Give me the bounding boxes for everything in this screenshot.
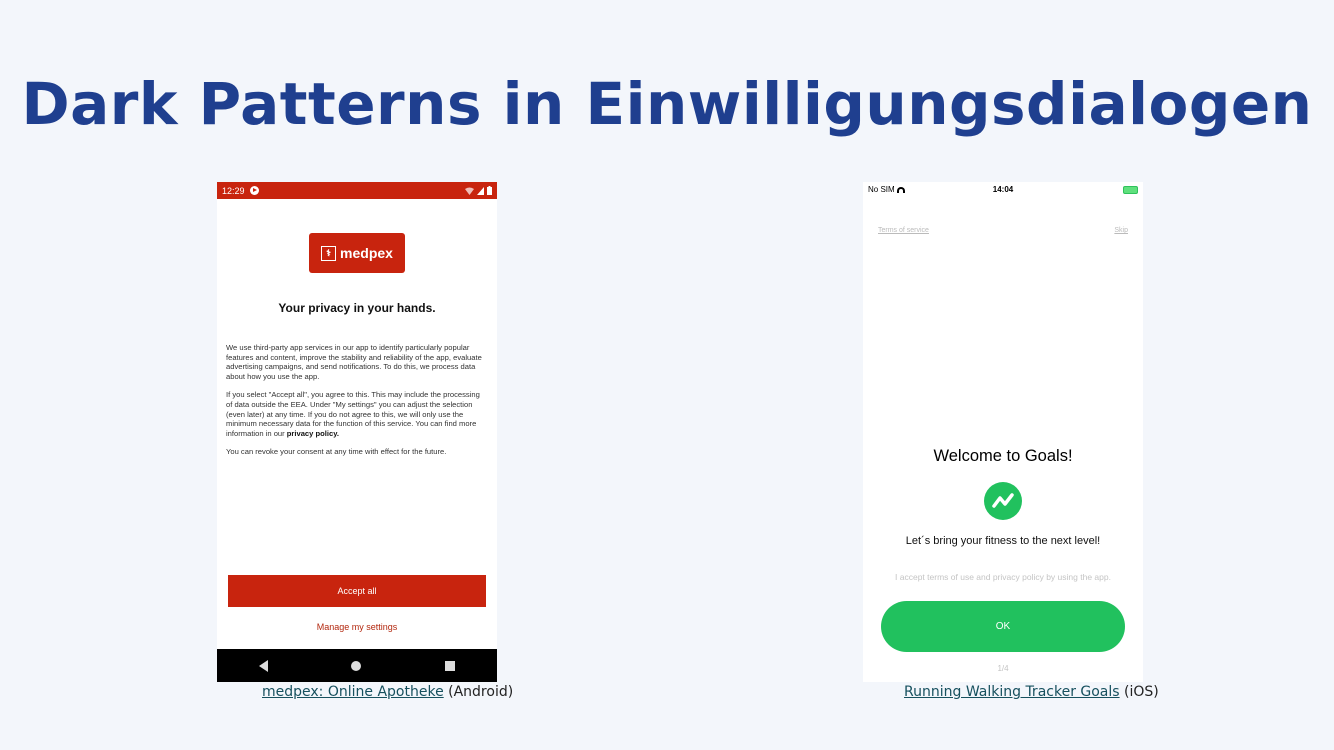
consent-paragraph-2: If you select "Accept all", you agree to…	[226, 390, 488, 438]
privacy-heading: Your privacy in your hands.	[278, 301, 436, 315]
page-indicator: 1/4	[997, 664, 1009, 673]
consent-paragraph-1: We use third-party app services in our a…	[226, 343, 482, 381]
accept-all-button[interactable]: Accept all	[228, 575, 486, 607]
privacy-policy-link[interactable]: privacy policy.	[287, 429, 339, 438]
tagline: Let´s bring your fitness to the next lev…	[905, 535, 1101, 547]
brand-name: medpex	[340, 245, 393, 261]
android-screenshot: 12:29 ⚕ medpex Your privacy in your hand…	[217, 182, 497, 682]
ios-screenshot: No SIM 14:04 Terms of service Skip Welco…	[863, 182, 1143, 682]
caption-android-link[interactable]: medpex: Online Apotheke	[262, 684, 444, 700]
caption-ios: Running Walking Tracker Goals (iOS)	[904, 684, 1159, 700]
android-nav-bar	[217, 649, 497, 682]
terms-of-service-link[interactable]: Terms of service	[878, 227, 929, 234]
slide-title: Dark Patterns in Einwilligungsdialogen	[21, 70, 1313, 138]
home-icon[interactable]	[351, 660, 362, 671]
signal-icon	[477, 186, 484, 195]
caption-ios-link[interactable]: Running Walking Tracker Goals	[904, 684, 1120, 700]
skip-link[interactable]: Skip	[1114, 227, 1128, 234]
ok-button[interactable]: OK	[881, 601, 1125, 652]
medpex-logo: ⚕ medpex	[309, 233, 405, 273]
consent-text: We use third-party app services in our a…	[226, 343, 488, 466]
play-icon	[249, 186, 259, 195]
consent-paragraph-3: You can revoke your consent at any time …	[226, 447, 447, 457]
consent-paragraph-2-text: If you select "Accept all", you agree to…	[226, 390, 480, 438]
recents-icon[interactable]	[445, 660, 456, 671]
pharmacy-icon: ⚕	[321, 245, 337, 261]
caption-android-suffix: (Android)	[443, 684, 514, 700]
wifi-icon	[465, 187, 474, 195]
battery-icon	[487, 186, 492, 195]
android-status-bar: 12:29	[217, 182, 497, 199]
caption-ios-suffix: (iOS)	[1119, 684, 1159, 700]
caption-android: medpex: Online Apotheke (Android)	[262, 684, 513, 700]
status-time: 12:29	[222, 185, 245, 196]
battery-icon	[1123, 186, 1138, 194]
goals-logo-icon	[984, 482, 1022, 520]
ios-status-bar: No SIM 14:04	[863, 182, 1143, 197]
status-time: 14:04	[992, 185, 1014, 194]
manage-settings-link[interactable]: Manage my settings	[217, 622, 497, 632]
implicit-consent-note: I accept terms of use and privacy policy…	[895, 572, 1111, 582]
back-icon[interactable]	[258, 659, 268, 672]
welcome-heading: Welcome to Goals!	[933, 447, 1073, 465]
